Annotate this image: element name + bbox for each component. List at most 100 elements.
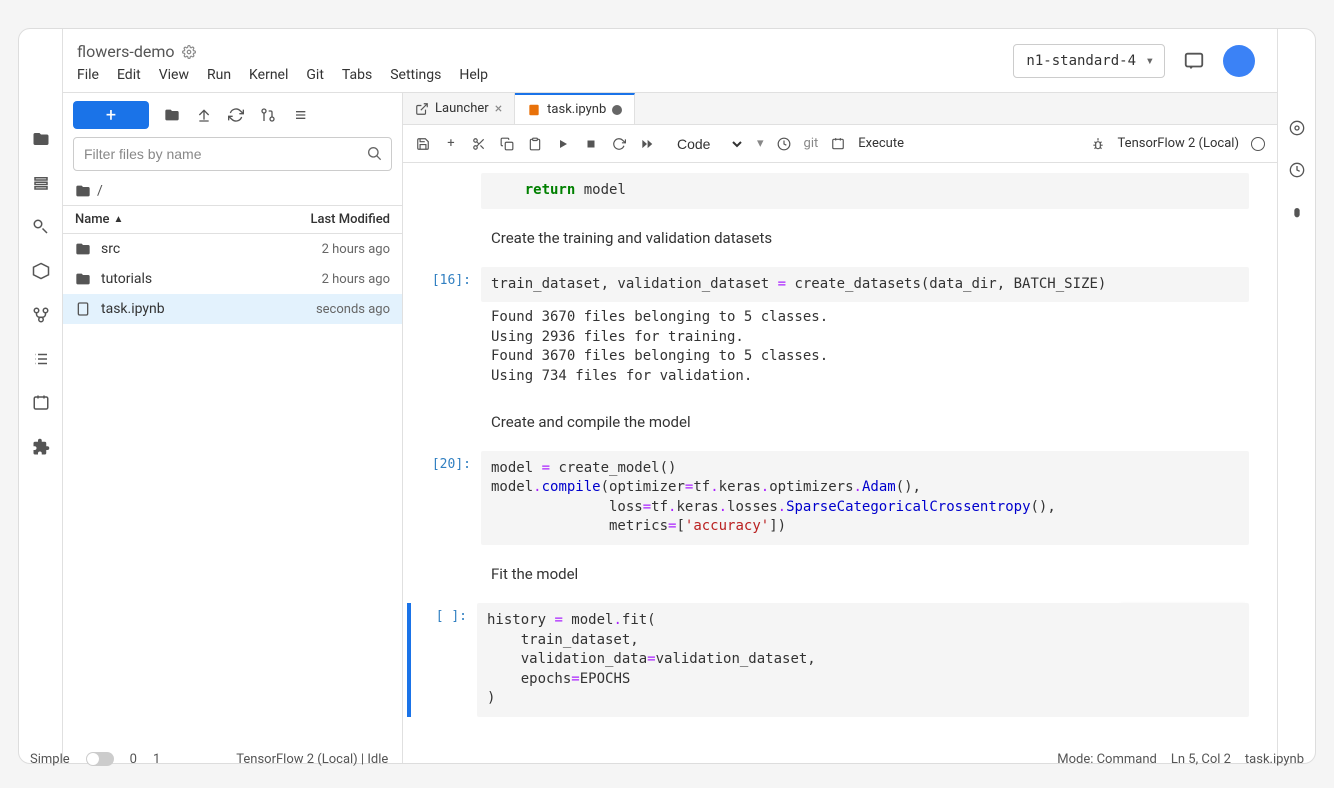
menu-settings[interactable]: Settings	[390, 67, 441, 83]
tab-label: Launcher	[435, 101, 489, 116]
folder-icon	[75, 241, 93, 257]
left-activity-bar	[19, 29, 63, 763]
simple-mode-label[interactable]: Simple	[30, 752, 70, 767]
clock-icon[interactable]	[776, 136, 792, 152]
add-cell-icon[interactable]: +	[443, 136, 459, 152]
debugger-icon[interactable]	[1288, 203, 1306, 221]
settings-gear-icon[interactable]	[182, 45, 196, 59]
breadcrumb-path: /	[97, 183, 103, 199]
new-launcher-button[interactable]: +	[73, 101, 149, 129]
notebook-icon	[527, 103, 541, 117]
menu-kernel[interactable]: Kernel	[249, 67, 288, 83]
run-icon[interactable]	[555, 136, 571, 152]
code-cell[interactable]: [20]:model = create_model() model.compil…	[411, 451, 1249, 545]
file-name: src	[101, 241, 322, 257]
executor-icon[interactable]	[830, 136, 846, 152]
markdown-content: Fit the model	[481, 555, 1249, 593]
file-row[interactable]: tutorials2 hours ago	[63, 264, 402, 294]
refresh-icon[interactable]	[227, 106, 245, 124]
git-icon[interactable]	[31, 217, 51, 237]
history-icon[interactable]	[1288, 161, 1306, 179]
cell-prompt: [ ]:	[407, 603, 477, 717]
run-all-icon[interactable]	[639, 136, 655, 152]
column-name[interactable]: Name	[75, 212, 110, 227]
cell-prompt: [16]:	[411, 267, 481, 393]
code-input[interactable]: train_dataset, validation_dataset = crea…	[481, 267, 1249, 303]
property-inspector-icon[interactable]	[1288, 119, 1306, 137]
bug-icon[interactable]	[1090, 136, 1106, 152]
snapshot-icon[interactable]	[31, 393, 51, 413]
kernel-name[interactable]: TensorFlow 2 (Local)	[1118, 136, 1239, 151]
upload-icon[interactable]	[195, 106, 213, 124]
code-cell[interactable]: return model	[411, 173, 1249, 209]
markdown-cell[interactable]: Create and compile the model	[411, 403, 1249, 441]
tab[interactable]: Launcher ×	[403, 93, 515, 124]
paste-icon[interactable]	[527, 136, 543, 152]
column-modified[interactable]: Last Modified	[310, 212, 390, 227]
list-icon[interactable]	[291, 106, 309, 124]
save-icon[interactable]	[415, 136, 431, 152]
notebook-panel: Launcher×task.ipynb + Code ▾ git	[403, 93, 1277, 763]
branch-icon[interactable]	[31, 305, 51, 325]
markdown-cell[interactable]: Fit the model	[411, 555, 1249, 593]
cut-icon[interactable]	[471, 136, 487, 152]
markdown-content: Create the training and validation datas…	[481, 219, 1249, 257]
right-activity-bar	[1277, 29, 1315, 763]
code-cell[interactable]: [16]:train_dataset, validation_dataset =…	[411, 267, 1249, 393]
tab-label: task.ipynb	[547, 102, 606, 117]
file-modified: 2 hours ago	[322, 242, 390, 257]
file-row[interactable]: task.ipynbseconds ago	[63, 294, 402, 324]
menu-run[interactable]: Run	[207, 67, 231, 83]
code-input[interactable]: return model	[481, 173, 1249, 209]
menu-edit[interactable]: Edit	[117, 67, 141, 83]
code-cell[interactable]: [ ]:history = model.fit( train_dataset, …	[411, 603, 1249, 717]
menu-git[interactable]: Git	[306, 67, 324, 83]
git-button[interactable]: git	[804, 136, 819, 151]
search-icon	[366, 145, 382, 161]
menu-view[interactable]: View	[159, 67, 189, 83]
cell-prompt	[411, 173, 481, 209]
status-file: task.ipynb	[1245, 752, 1304, 767]
commands-icon[interactable]	[31, 261, 51, 281]
file-browser: + /	[63, 93, 403, 763]
filter-files-input[interactable]	[73, 137, 392, 171]
status-terminals[interactable]: 0	[130, 752, 137, 767]
code-input[interactable]: model = create_model() model.compile(opt…	[481, 451, 1249, 545]
status-kernels[interactable]: 1	[153, 752, 160, 767]
close-tab-icon[interactable]: ×	[495, 101, 502, 117]
file-modified: seconds ago	[316, 302, 390, 317]
status-bar: Simple 0 1 TensorFlow 2 (Local) | Idle M…	[30, 748, 1304, 770]
extensions-icon[interactable]	[31, 437, 51, 457]
markdown-cell[interactable]: Create the training and validation datas…	[411, 219, 1249, 257]
git-pull-icon[interactable]	[259, 106, 277, 124]
code-input[interactable]: history = model.fit( train_dataset, vali…	[477, 603, 1249, 717]
folder-icon[interactable]	[31, 129, 51, 149]
notebook-file-icon	[75, 301, 93, 317]
machine-type-label: n1-standard-4	[1026, 53, 1136, 69]
status-kernel-info[interactable]: TensorFlow 2 (Local) | Idle	[236, 752, 388, 767]
copy-icon[interactable]	[499, 136, 515, 152]
file-row[interactable]: src2 hours ago	[63, 234, 402, 264]
markdown-content: Create and compile the model	[481, 403, 1249, 441]
launcher-icon	[415, 102, 429, 116]
restart-icon[interactable]	[611, 136, 627, 152]
running-icon[interactable]	[31, 173, 51, 193]
breadcrumb[interactable]: /	[63, 177, 402, 205]
simple-mode-toggle[interactable]	[86, 752, 114, 766]
cell-type-selector[interactable]: Code	[667, 133, 745, 155]
menu-help[interactable]: Help	[459, 67, 488, 83]
stop-icon[interactable]	[583, 136, 599, 152]
menu-tabs[interactable]: Tabs	[342, 67, 372, 83]
toc-icon[interactable]	[31, 349, 51, 369]
user-avatar[interactable]	[1223, 45, 1255, 77]
machine-type-selector[interactable]: n1-standard-4	[1013, 44, 1165, 78]
tab[interactable]: task.ipynb	[515, 93, 635, 124]
file-name: task.ipynb	[101, 301, 316, 317]
execute-button[interactable]: Execute	[858, 136, 904, 151]
comments-icon[interactable]	[1183, 50, 1205, 72]
new-folder-icon[interactable]	[163, 106, 181, 124]
kernel-status-indicator	[1251, 137, 1265, 151]
project-title: flowers-demo	[77, 42, 174, 61]
status-cursor: Ln 5, Col 2	[1171, 752, 1231, 767]
menu-file[interactable]: File	[77, 67, 99, 83]
